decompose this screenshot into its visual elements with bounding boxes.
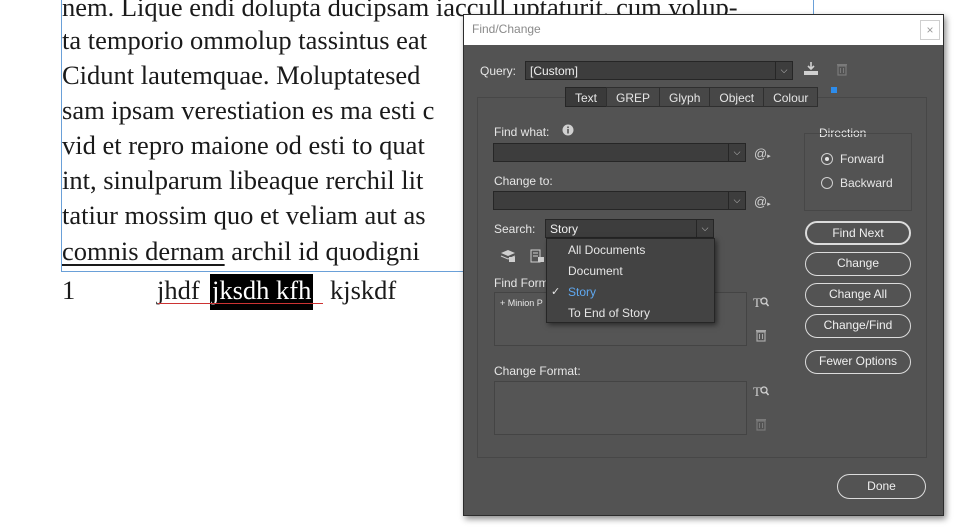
text-line[interactable]: Cidunt lautemquae. Moluptatesed [62,60,420,90]
at-special-char-icon[interactable]: @▸ [754,194,771,209]
underlined-text: comnis dernam [62,236,225,266]
chevron-down-icon: ⌵ [696,220,713,237]
find-format-icon[interactable]: T [753,295,770,312]
selected-text[interactable]: jksdh kfh [210,274,314,310]
search-dropdown-menu: All Documents Document ✓ Story To End of… [546,238,715,323]
tab-object[interactable]: Object [709,87,765,107]
trash-icon[interactable] [755,328,767,345]
menu-item-document[interactable]: Document [568,264,623,278]
change-format-label: Change Format: [494,364,581,378]
chevron-down-icon[interactable]: ⌵ [728,192,745,209]
text-line[interactable]: comnis dernam archil id quodigni [62,236,420,266]
footer-word: kjskdf [330,275,397,305]
change-format-box[interactable] [494,381,747,435]
tab-grep[interactable]: GREP [606,87,661,107]
change-to-input[interactable]: ⌵ [493,191,746,210]
backward-label[interactable]: Backward [840,176,893,190]
find-next-button[interactable]: Find Next [805,221,911,245]
text-line[interactable]: ta temporio ommolup tassintus eat [62,25,427,55]
query-label: Query: [480,64,517,78]
checkmark-icon: ✓ [551,286,561,298]
find-format-label: Find Form [494,276,549,290]
info-icon[interactable] [562,124,574,139]
trash-icon[interactable] [755,417,767,434]
svg-text:T: T [753,295,761,309]
text-line[interactable]: sam ipsam verestiation es ma esti c [62,95,434,125]
menu-item-all-documents[interactable]: All Documents [568,243,645,257]
fewer-options-button[interactable]: Fewer Options [805,350,911,374]
find-what-label: Find what: [494,125,550,139]
text-line[interactable]: int, sinulparum libeaque rerchil lit [62,165,423,195]
change-find-button[interactable]: Change/Find [805,314,911,338]
text-line[interactable]: vid et repro maione od esti to quat [62,130,425,160]
text-run: archil id quodigni [224,236,420,266]
text-line[interactable]: tatiur mossim quo et veliam aut as [62,200,426,230]
chevron-down-icon[interactable]: ⌵ [728,144,745,161]
radio-backward[interactable] [821,177,833,189]
query-value: [Custom] [530,64,579,78]
find-change-dialog: Find/Change × Query: [Custom] ⌵ Text GRE… [463,14,944,516]
tab-text[interactable]: Text [565,87,608,107]
dialog-titlebar[interactable]: Find/Change × [464,15,943,45]
chevron-down-icon: ⌵ [775,62,792,79]
change-button[interactable]: Change [805,252,911,276]
tab-indicator-dot [831,87,837,93]
direction-group [804,133,912,211]
search-select[interactable]: Story ⌵ [545,219,714,238]
trash-icon[interactable] [836,62,848,79]
radio-forward[interactable] [821,153,833,165]
tab-colour[interactable]: Colour [763,87,819,107]
dialog-title: Find/Change [472,22,541,36]
search-label: Search: [494,222,536,236]
change-all-button[interactable]: Change All [805,283,911,307]
search-value: Story [550,222,579,236]
find-what-input[interactable]: ⌵ [493,143,746,162]
at-special-char-icon[interactable]: @▸ [754,146,771,161]
tab-glyph[interactable]: Glyph [659,87,711,107]
query-select[interactable]: [Custom] ⌵ [525,61,793,80]
find-format-item: + Minion P [500,298,543,308]
close-button[interactable]: × [920,20,940,40]
forward-label[interactable]: Forward [840,152,884,166]
menu-item-to-end-of-story[interactable]: To End of Story [568,306,650,320]
svg-text:T: T [753,384,761,398]
include-locked-layers-icon[interactable] [500,249,516,266]
spellcheck-underline [158,303,323,304]
page-number: 1 [62,275,76,305]
change-format-icon[interactable]: T [753,384,770,401]
done-button[interactable]: Done [837,474,926,499]
text-frame-bottom-edge [61,271,466,272]
include-locked-stories-icon[interactable] [530,249,544,266]
save-query-icon[interactable] [803,61,819,79]
change-to-label: Change to: [494,174,553,188]
tab-bar: Text GREP Glyph Object Colour [565,87,819,107]
footer-word: jhdf [157,275,200,305]
menu-item-story[interactable]: Story [568,285,596,299]
